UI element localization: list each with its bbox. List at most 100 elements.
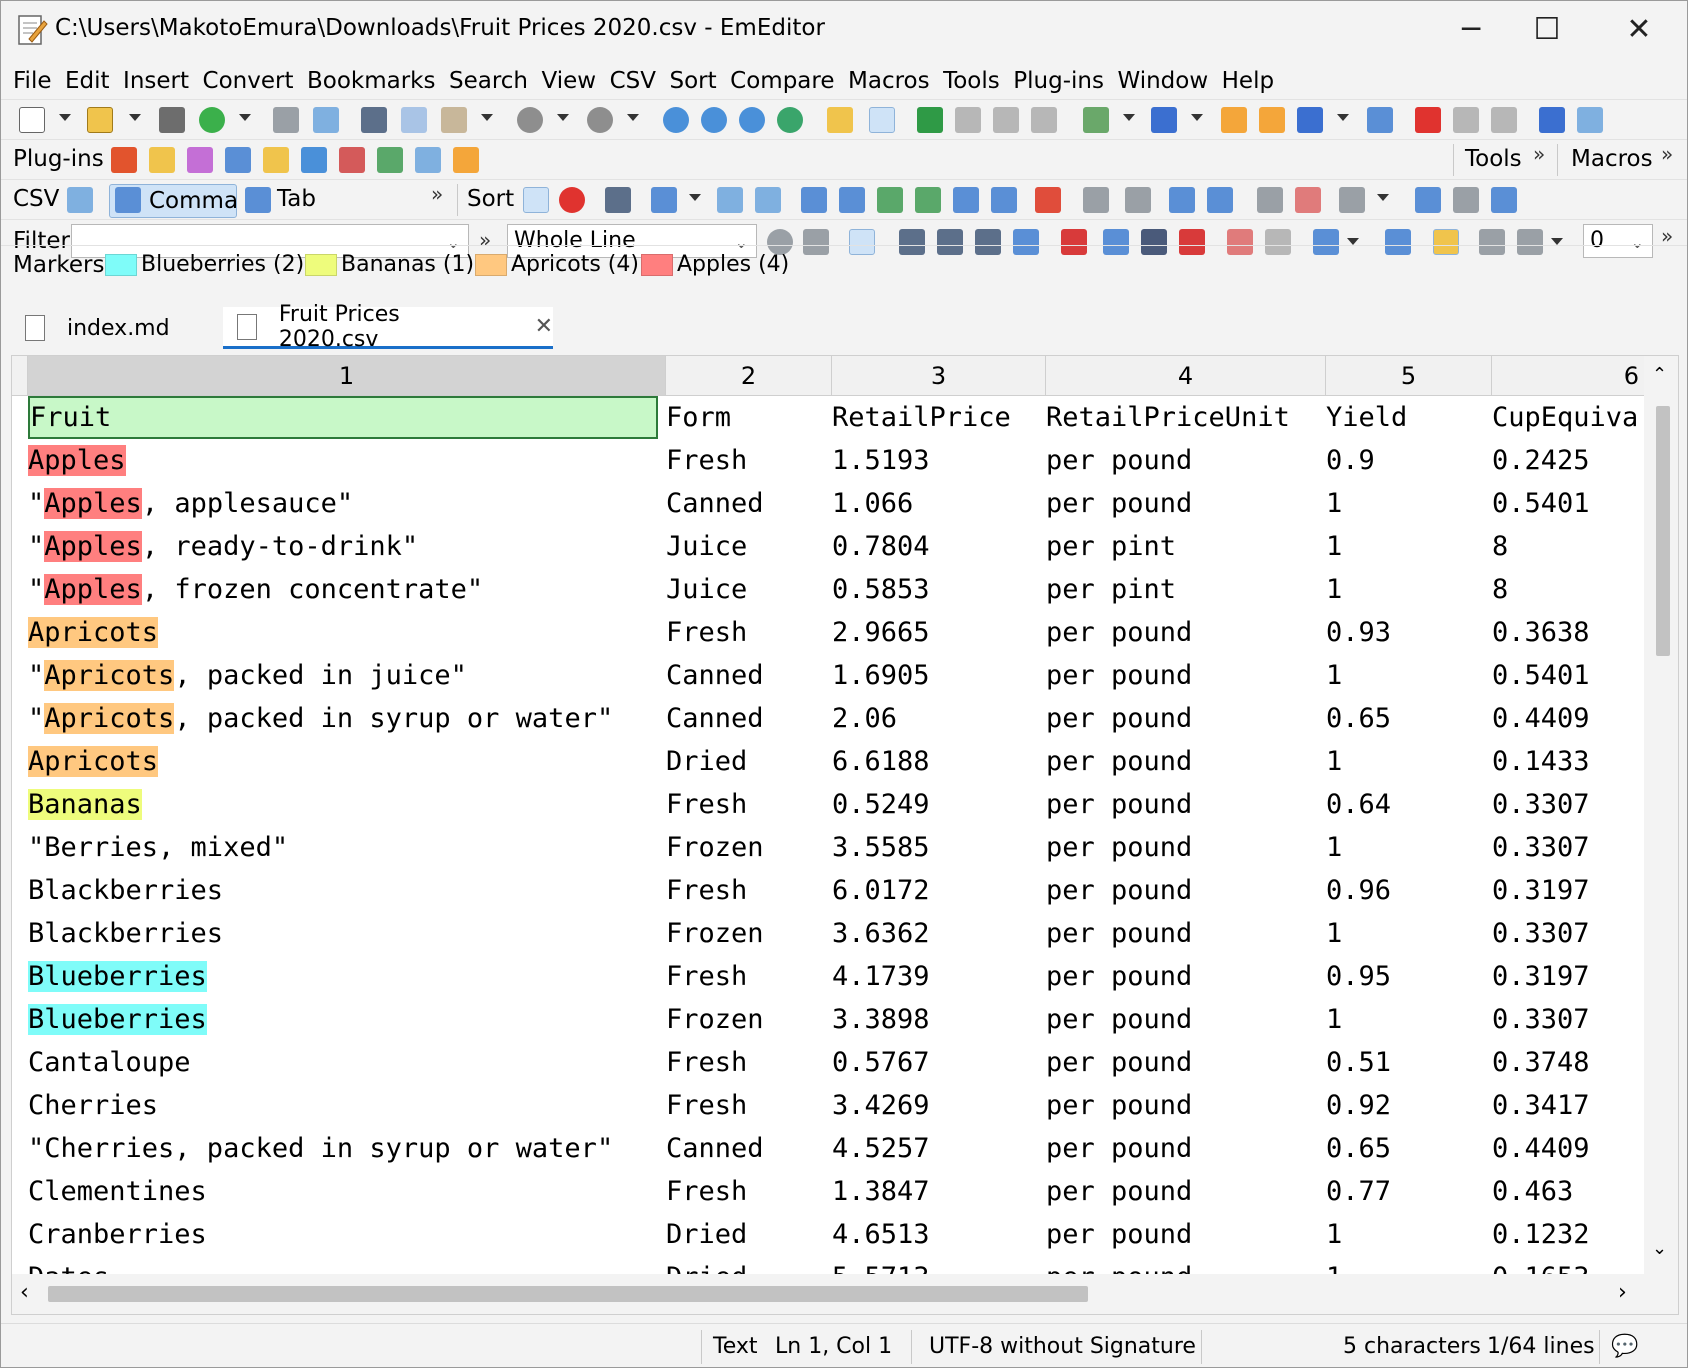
save-icon[interactable]: [159, 107, 185, 133]
tab-mode-label[interactable]: Tab: [277, 186, 316, 212]
undo-icon[interactable]: [517, 107, 543, 133]
table-cell[interactable]: Blueberries: [28, 998, 658, 1041]
table-cell[interactable]: Apricots: [28, 740, 658, 783]
table-cell[interactable]: per pound: [1046, 482, 1320, 525]
status-position[interactable]: Ln 1, Col 1: [775, 1334, 892, 1359]
table-row[interactable]: "Apples, frozen concentrate" Juice 0.5853 p…: [28, 568, 1668, 611]
table-cell[interactable]: Frozen: [666, 912, 826, 955]
table-cell[interactable]: 1: [1326, 568, 1486, 611]
scroll-up-icon[interactable]: ⌃: [1652, 364, 1667, 385]
print-preview-icon[interactable]: [313, 107, 339, 133]
copy-icon[interactable]: [401, 107, 427, 133]
table-row[interactable]: "Apples, ready-to-drink" Juice 0.7804 per p…: [28, 525, 1668, 568]
table-cell[interactable]: Cherries: [28, 1084, 658, 1127]
split-window-icon[interactable]: [1539, 107, 1565, 133]
tab-grid-icon[interactable]: [245, 187, 271, 213]
marker-blueberries[interactable]: Blueberries (2): [105, 252, 304, 277]
sort-z-a-icon[interactable]: [839, 187, 865, 213]
table-row[interactable]: Blackberries Frozen 3.6362 per pound 1 0.3307: [28, 912, 1668, 955]
table-cell[interactable]: per pound: [1046, 654, 1320, 697]
scroll-left-icon[interactable]: ‹: [20, 1280, 29, 1305]
table-cell[interactable]: 1: [1326, 1213, 1486, 1256]
layout-dropdown-icon[interactable]: [1377, 194, 1389, 201]
table-cell[interactable]: Blackberries: [28, 912, 658, 955]
table-cell[interactable]: 1: [1326, 998, 1486, 1041]
table-row[interactable]: Apricots Fresh 2.9665 per pound 0.93 0.3638: [28, 611, 1668, 654]
table-row[interactable]: Apricots Dried 6.6188 per pound 1 0.1433: [28, 740, 1668, 783]
table-cell[interactable]: "Apricots, packed in syrup or water": [28, 697, 658, 740]
print-icon[interactable]: [273, 107, 299, 133]
table-cell[interactable]: 0.3748: [1492, 1041, 1640, 1084]
table-cell[interactable]: Dried: [666, 1213, 826, 1256]
table-cell[interactable]: 0.3417: [1492, 1084, 1640, 1127]
chat-bubble-icon[interactable]: 💬: [1611, 1334, 1638, 1359]
table-cell[interactable]: 0.5401: [1492, 654, 1640, 697]
close-tab-icon[interactable]: ✕: [535, 314, 553, 339]
transpose-icon[interactable]: [1453, 187, 1479, 213]
plugin-outline-icon[interactable]: [225, 147, 251, 173]
menu-bookmarks[interactable]: Bookmarks: [307, 68, 436, 94]
table-cell[interactable]: 1: [1326, 482, 1486, 525]
reload-dropdown-icon[interactable]: [239, 114, 251, 121]
status-mode[interactable]: Text: [713, 1334, 758, 1359]
plugin-snippets-icon[interactable]: [339, 147, 365, 173]
close-window-button[interactable]: ✕: [1609, 11, 1669, 49]
table-cell[interactable]: Yield: [1326, 396, 1486, 439]
table-cell[interactable]: RetailPrice: [832, 396, 1040, 439]
column-header-1[interactable]: 1: [28, 356, 666, 396]
table-cell[interactable]: 3.6362: [832, 912, 1040, 955]
table-cell[interactable]: 1.066: [832, 482, 1040, 525]
table-cell[interactable]: 0.4409: [1492, 1127, 1640, 1170]
table-cell[interactable]: Canned: [666, 482, 826, 525]
layout-icon[interactable]: [1339, 187, 1365, 213]
tools-chevron-icon[interactable]: »: [1533, 142, 1545, 166]
table-cell[interactable]: per pound: [1046, 740, 1320, 783]
undo-dropdown-icon[interactable]: [557, 114, 569, 121]
properties-icon[interactable]: [1577, 107, 1603, 133]
macro-edit-icon[interactable]: [1221, 107, 1247, 133]
table-row[interactable]: "Apricots, packed in juice" Canned 1.6905 p…: [28, 654, 1668, 697]
options-dropdown-icon[interactable]: [1551, 238, 1563, 245]
table-row[interactable]: Cranberries Dried 4.6513 per pound 1 0.1232: [28, 1213, 1668, 1256]
tab-fruit-prices-csv[interactable]: Fruit Prices 2020.csv ✕: [223, 302, 553, 352]
table-row[interactable]: Blackberries Fresh 6.0172 per pound 0.96 0.31…: [28, 869, 1668, 912]
sort-abc-icon[interactable]: [1083, 187, 1109, 213]
table-cell[interactable]: 0.3638: [1492, 611, 1640, 654]
refresh-view-icon[interactable]: [1031, 107, 1057, 133]
table-cell[interactable]: Frozen: [666, 998, 826, 1041]
table-cell[interactable]: 0.3307: [1492, 998, 1640, 1041]
marker-apples[interactable]: Apples (4): [641, 252, 789, 277]
menu-insert[interactable]: Insert: [123, 68, 189, 94]
table-cell[interactable]: Blackberries: [28, 869, 658, 912]
table-cell[interactable]: 0.4409: [1492, 697, 1640, 740]
find-next-icon[interactable]: [701, 107, 727, 133]
menu-view[interactable]: View: [542, 68, 597, 94]
table-row[interactable]: Cantaloupe Fresh 0.5767 per pound 0.51 0.3748: [28, 1041, 1668, 1084]
table-cell[interactable]: Fresh: [666, 611, 826, 654]
table-cell[interactable]: Dried: [666, 740, 826, 783]
table-cell[interactable]: 0.1232: [1492, 1213, 1640, 1256]
menu-csv[interactable]: CSV: [610, 68, 656, 94]
redo-dropdown-icon[interactable]: [627, 114, 639, 121]
vertical-scrollbar[interactable]: ⌃ ⌄: [1644, 356, 1678, 1276]
table-cell[interactable]: per pound: [1046, 955, 1320, 998]
table-cell[interactable]: 3.5585: [832, 826, 1040, 869]
plugin-projects-icon[interactable]: [263, 147, 289, 173]
new-file-icon[interactable]: [19, 107, 45, 133]
outline-icon[interactable]: [1083, 107, 1109, 133]
table-cell[interactable]: 4.1739: [832, 955, 1040, 998]
header-row[interactable]: Fruit Form RetailPrice RetailPriceUnit Yield…: [28, 396, 1668, 439]
table-cell[interactable]: Canned: [666, 697, 826, 740]
table-cell[interactable]: per pint: [1046, 525, 1320, 568]
table-cell[interactable]: per pound: [1046, 869, 1320, 912]
column-header-6[interactable]: 6: [1492, 356, 1646, 396]
table-cell[interactable]: 0.463: [1492, 1170, 1640, 1213]
table-cell[interactable]: 1: [1326, 525, 1486, 568]
table-cell[interactable]: per pound: [1046, 912, 1320, 955]
table-row[interactable]: Apples Fresh 1.5193 per pound 0.9 0.2425: [28, 439, 1668, 482]
sort-case-icon[interactable]: [1125, 187, 1151, 213]
marker-bananas[interactable]: Bananas (1): [305, 252, 474, 277]
columns-dropdown-icon[interactable]: [689, 194, 701, 201]
sort-a-z-icon[interactable]: [801, 187, 827, 213]
table-cell[interactable]: Apples: [28, 439, 658, 482]
